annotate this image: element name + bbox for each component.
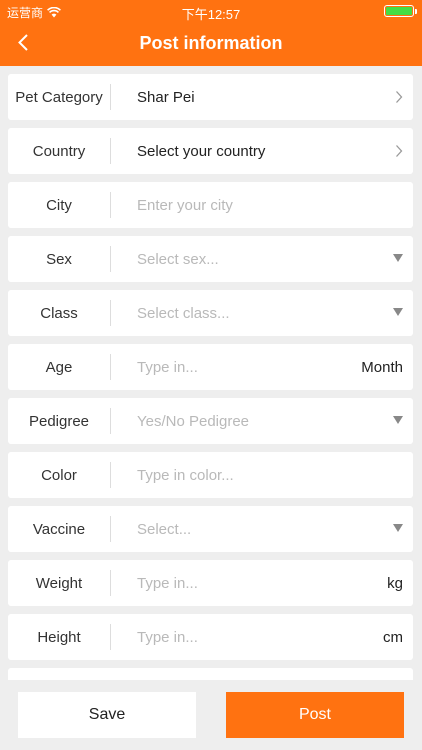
weight-unit: kg	[387, 575, 403, 592]
pet-category-label: Pet Category	[15, 88, 103, 106]
caret-down-icon	[393, 524, 403, 532]
form-row-pet-category[interactable]: Pet Category Shar Pei	[8, 74, 413, 120]
caret-down-icon	[393, 416, 403, 424]
height-unit: cm	[383, 629, 403, 646]
height-label: Height	[37, 628, 81, 646]
age-label: Age	[45, 358, 73, 376]
form-row-sex[interactable]: Sex Select sex...	[8, 236, 413, 282]
country-label: Country	[32, 142, 86, 160]
color-label: Color	[41, 466, 77, 484]
vaccine-field[interactable]: Select...	[111, 521, 413, 538]
nav-header: 运营商 下午12:57 Post information	[0, 0, 422, 66]
chevron-right-icon	[396, 145, 403, 157]
form-row-country[interactable]: Country Select your country	[8, 128, 413, 174]
battery-icon	[384, 5, 417, 17]
sex-field[interactable]: Select sex...	[111, 251, 413, 268]
post-form: Pet Category Shar Pei Country Select your c…	[8, 74, 413, 668]
weight-field[interactable]: Type in...	[111, 575, 413, 592]
page-title: Post information	[139, 33, 283, 53]
bottom-action-bar: Save Post	[0, 680, 422, 750]
color-field[interactable]: Type in color...	[111, 467, 413, 484]
age-unit: Month	[361, 359, 403, 376]
vaccine-label: Vaccine	[32, 520, 86, 538]
pedigree-field[interactable]: Yes/No Pedigree	[111, 413, 413, 430]
form-row-pedigree[interactable]: Pedigree Yes/No Pedigree	[8, 398, 413, 444]
class-label: Class	[40, 304, 78, 322]
country-field[interactable]: Select your country	[111, 143, 413, 160]
status-bar: 运营商 下午12:57	[0, 0, 422, 22]
pet-category-field[interactable]: Shar Pei	[111, 89, 413, 106]
height-field[interactable]: Type in...	[111, 629, 413, 646]
caret-down-icon	[393, 254, 403, 262]
save-button[interactable]: Save	[18, 692, 196, 738]
caret-down-icon	[393, 308, 403, 316]
weight-label: Weight	[35, 574, 83, 592]
city-field[interactable]: Enter your city	[111, 197, 413, 214]
form-row-class[interactable]: Class Select class...	[8, 290, 413, 336]
chevron-right-icon	[396, 91, 403, 103]
post-button[interactable]: Post	[226, 692, 404, 738]
city-label: City	[46, 196, 72, 214]
form-row-age[interactable]: Age Type in... Month	[8, 344, 413, 390]
pedigree-label: Pedigree	[28, 412, 90, 430]
form-row-color[interactable]: Color Type in color...	[8, 452, 413, 498]
sex-label: Sex	[46, 250, 72, 268]
status-time: 下午12:57	[181, 7, 241, 22]
class-field[interactable]: Select class...	[111, 305, 413, 322]
form-row-city[interactable]: City Enter your city	[8, 182, 413, 228]
form-row-height[interactable]: Height Type in... cm	[8, 614, 413, 660]
form-row-weight[interactable]: Weight Type in... kg	[8, 560, 413, 606]
form-row-vaccine[interactable]: Vaccine Select...	[8, 506, 413, 552]
